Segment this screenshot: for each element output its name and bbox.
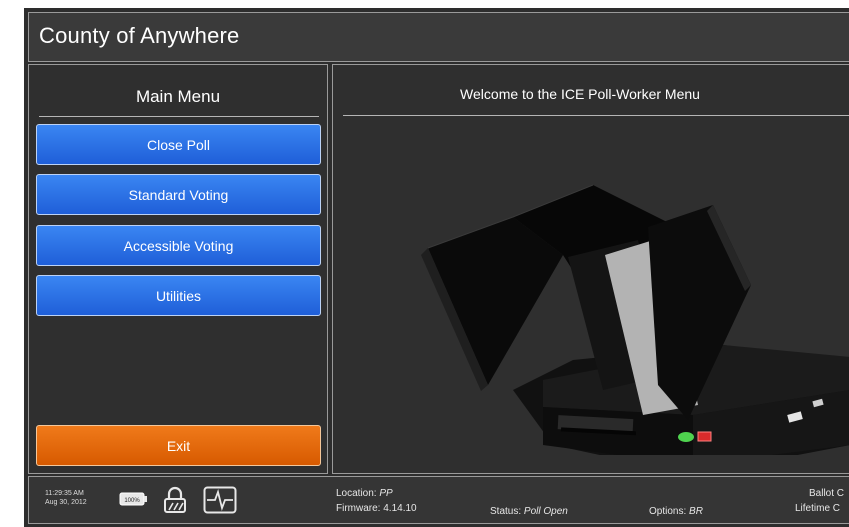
utilities-button[interactable]: Utilities	[36, 275, 321, 316]
options-value: BR	[689, 506, 703, 517]
firmware-label: Firmware:	[336, 503, 381, 514]
content-panel: Welcome to the ICE Poll-Worker Menu	[332, 64, 849, 474]
main-menu-panel: Main Menu Close Poll Standard Voting Acc…	[28, 64, 328, 474]
voting-machine-image	[421, 184, 849, 455]
battery-icon: 100%	[119, 492, 147, 506]
location-readout: Location: PP	[336, 488, 393, 499]
firmware-value: 4.14.10	[383, 503, 417, 514]
menu-divider	[39, 116, 319, 117]
clock-time: 11:29:35 AM	[45, 490, 84, 497]
main-menu-title: Main Menu	[135, 87, 221, 106]
status-value: Poll Open	[523, 506, 568, 517]
status-label: Status:	[490, 506, 522, 517]
close-poll-button[interactable]: Close Poll	[36, 124, 321, 165]
title-bar: County of Anywhere	[28, 12, 849, 62]
battery-level: 100%	[124, 498, 140, 504]
clock-date: Aug 30, 2012	[45, 499, 87, 506]
options-label: Options:	[649, 506, 687, 517]
heartbeat-icon	[203, 486, 237, 514]
voting-machine-screen: County of Anywhere Main Menu Close Poll …	[24, 8, 849, 527]
status-bar: 11:29:35 AM Aug 30, 2012 100% Location: …	[28, 476, 849, 524]
poll-status-readout: Status: Poll Open	[490, 506, 568, 517]
options-readout: Options: BR	[649, 506, 703, 517]
location-label: Location:	[336, 488, 377, 499]
location-value: PP	[379, 488, 393, 499]
accessible-voting-button[interactable]: Accessible Voting	[36, 225, 321, 266]
firmware-readout: Firmware: 4.14.10	[336, 503, 417, 514]
ballot-count-label: Ballot C	[809, 488, 845, 499]
welcome-divider	[343, 115, 849, 116]
county-title: County of Anywhere	[39, 23, 240, 48]
welcome-heading: Welcome to the ICE Poll-Worker Menu	[460, 86, 700, 102]
standard-voting-button[interactable]: Standard Voting	[36, 174, 321, 215]
exit-button[interactable]: Exit	[36, 425, 321, 466]
lifetime-count-label: Lifetime C	[795, 503, 841, 514]
lock-icon	[164, 486, 186, 513]
